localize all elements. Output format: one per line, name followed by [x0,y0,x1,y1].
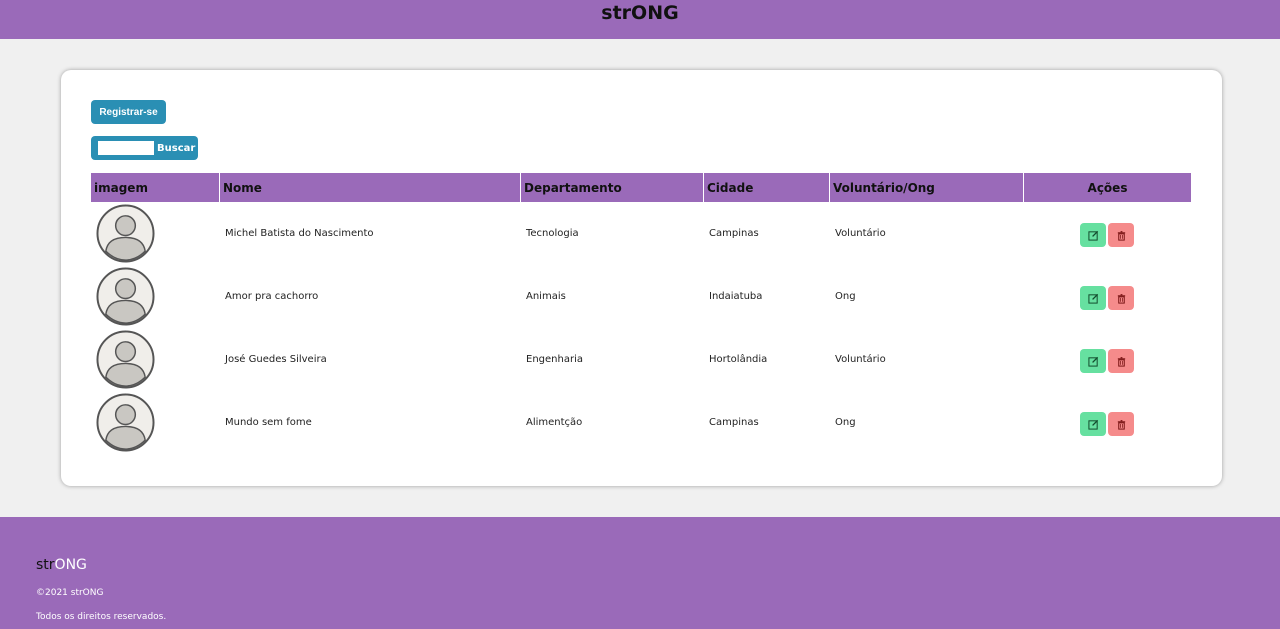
edit-icon [1087,230,1098,241]
trash-icon [1117,293,1125,304]
footer-brand-str: str [36,557,55,573]
edit-button[interactable] [1080,349,1106,373]
site-title: strONG [601,2,679,24]
cell-departamento: Alimentção [526,416,583,428]
footer-brand: strONG [36,557,87,573]
cell-nome: Mundo sem fome [225,416,312,428]
header-departamento: Departamento [521,173,703,202]
delete-button[interactable] [1108,223,1134,247]
trash-icon [1117,419,1125,430]
edit-icon [1087,356,1098,367]
cell-cidade: Indaiatuba [709,290,763,302]
user-avatar-icon [96,393,155,452]
footer-rights: Todos os direitos reservados. [36,612,167,622]
footer: strONG ©2021 strONG Todos os direitos re… [0,517,1280,629]
cell-departamento: Tecnologia [526,227,579,239]
user-avatar-icon [96,204,155,263]
cell-departamento: Engenharia [526,353,583,365]
header-cidade: Cidade [704,173,829,202]
cell-cidade: Hortolândia [709,353,768,365]
table-row: Amor pra cachorro Animais Indaiatuba Ong [91,266,1191,326]
footer-copyright: ©2021 strONG [36,588,104,598]
edit-button[interactable] [1080,286,1106,310]
edit-icon [1087,293,1098,304]
delete-button[interactable] [1108,349,1134,373]
main-card: Registrar-se Buscar imagem Nome Departam… [61,70,1222,486]
cell-tipo: Voluntário [835,227,886,239]
edit-icon [1087,419,1098,430]
cell-tipo: Ong [835,290,856,302]
cell-cidade: Campinas [709,227,759,239]
search-form: Buscar [91,136,198,160]
trash-icon [1117,356,1125,367]
cell-departamento: Animais [526,290,566,302]
cell-nome: Michel Batista do Nascimento [225,227,374,239]
edit-button[interactable] [1080,412,1106,436]
cell-nome: José Guedes Silveira [225,353,327,365]
header-acoes: Ações [1024,173,1191,202]
search-input[interactable] [98,141,154,155]
header-nome: Nome [220,173,520,202]
user-avatar-icon [96,267,155,326]
table-row: Michel Batista do Nascimento Tecnologia … [91,203,1191,263]
table-row: José Guedes Silveira Engenharia Hortolân… [91,329,1191,389]
table-header: imagem Nome Departamento Cidade Voluntár… [91,173,1191,202]
cell-tipo: Voluntário [835,353,886,365]
cell-tipo: Ong [835,416,856,428]
delete-button[interactable] [1108,286,1134,310]
trash-icon [1117,230,1125,241]
cell-cidade: Campinas [709,416,759,428]
register-button[interactable]: Registrar-se [91,100,166,124]
cell-nome: Amor pra cachorro [225,290,319,302]
header-voluntario-ong: Voluntário/Ong [830,173,1023,202]
table-row: Mundo sem fome Alimentção Campinas Ong [91,392,1191,452]
top-header: strONG [0,0,1280,39]
search-button[interactable]: Buscar [157,143,195,154]
footer-brand-ong: ONG [54,557,87,573]
edit-button[interactable] [1080,223,1106,247]
user-avatar-icon [96,330,155,389]
header-imagem: imagem [91,173,219,202]
delete-button[interactable] [1108,412,1134,436]
